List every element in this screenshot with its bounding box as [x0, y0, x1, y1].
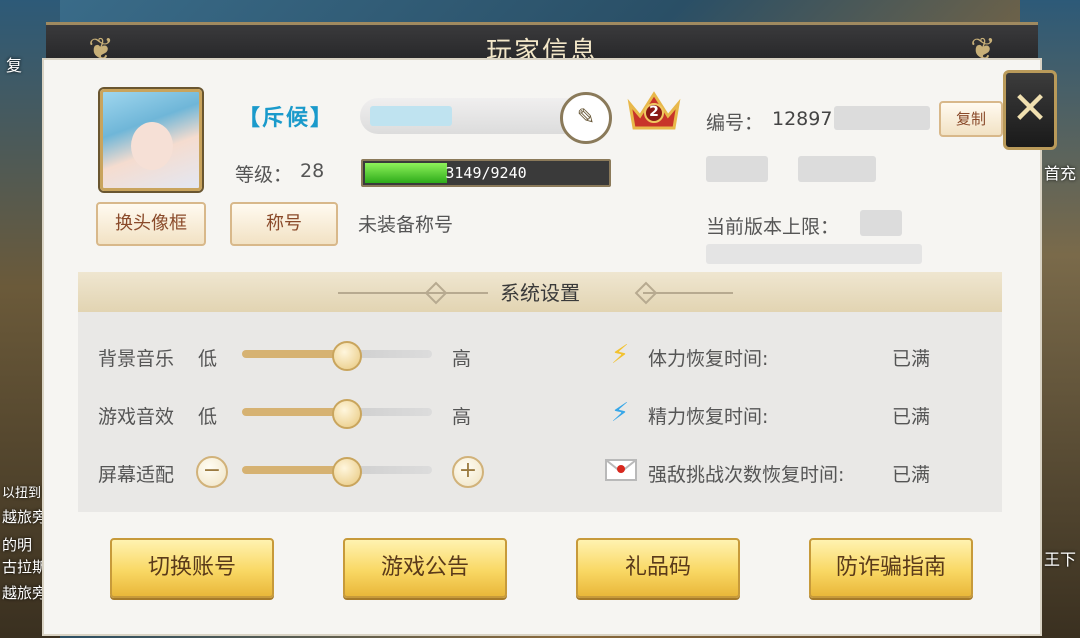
- version-cap-redacted: [860, 210, 902, 236]
- settings-title: 系统设置: [500, 281, 580, 305]
- screen-fit-label: 屏幕适配: [98, 464, 175, 486]
- yellow-bolt-icon: ⚡: [610, 340, 630, 370]
- sfx-min-label: 低: [198, 406, 218, 428]
- stamina-recovery-value: 已满: [892, 348, 931, 370]
- no-title-text: 未装备称号: [358, 214, 454, 236]
- music-min-label: 低: [198, 348, 218, 370]
- exp-text: 3149/9240: [445, 164, 527, 182]
- level-label: 等级：: [235, 164, 293, 186]
- anti-fraud-guide-button[interactable]: 防诈骗指南: [809, 538, 973, 598]
- background-text: 王下: [1044, 550, 1077, 569]
- exp-bar: 3149/9240: [361, 159, 611, 187]
- avatar-face: [131, 122, 173, 170]
- redacted-info: [798, 156, 876, 182]
- vip-level: 2: [649, 104, 659, 120]
- switch-account-button[interactable]: 切换账号: [110, 538, 274, 598]
- energy-recovery-value: 已满: [892, 406, 931, 428]
- settings-header: 系统设置: [78, 272, 1002, 312]
- sfx-slider-knob[interactable]: [331, 399, 362, 429]
- redacted-info: [706, 244, 922, 264]
- background-text: 的明: [2, 536, 33, 554]
- gift-code-button[interactable]: 礼品码: [576, 538, 740, 598]
- screen-fit-slider-knob[interactable]: [331, 457, 362, 487]
- music-max-label: 高: [452, 348, 472, 370]
- sfx-label: 游戏音效: [98, 406, 175, 428]
- avatar[interactable]: [100, 89, 202, 191]
- stamina-recovery-label: 体力恢复时间:: [648, 348, 769, 370]
- background-text: 复: [6, 56, 23, 75]
- challenge-recovery-value: 已满: [892, 464, 931, 486]
- player-name-redacted: [370, 106, 452, 126]
- title-button[interactable]: 称号: [230, 202, 338, 246]
- divider: [643, 292, 733, 294]
- energy-recovery-label: 精力恢复时间:: [648, 406, 769, 428]
- pencil-icon: ✎: [576, 105, 596, 130]
- background-text: 首充: [1044, 164, 1077, 183]
- challenge-recovery-label: 强敌挑战次数恢复时间:: [648, 464, 845, 486]
- blue-bolt-icon: ⚡: [610, 398, 630, 428]
- close-button[interactable]: ✕: [1003, 70, 1057, 150]
- screen-minus-button[interactable]: −: [196, 456, 228, 488]
- version-cap-label: 当前版本上限：: [706, 216, 840, 238]
- id-redacted: [834, 106, 930, 130]
- level-value: 28: [300, 160, 325, 182]
- player-title-tag: 【斥候】: [238, 106, 335, 131]
- background-text: 以扭到: [2, 486, 42, 501]
- announcement-button[interactable]: 游戏公告: [343, 538, 507, 598]
- copy-id-button[interactable]: 复制: [939, 101, 1003, 137]
- edit-name-button[interactable]: ✎: [560, 92, 612, 144]
- sfx-max-label: 高: [452, 406, 472, 428]
- screen-plus-button[interactable]: +: [452, 456, 484, 488]
- change-avatar-frame-button[interactable]: 换头像框: [96, 202, 206, 246]
- music-label: 背景音乐: [98, 348, 175, 370]
- envelope-icon: [605, 459, 637, 481]
- redacted-info: [706, 156, 768, 182]
- id-label: 编号：: [706, 112, 764, 134]
- music-slider-knob[interactable]: [331, 341, 362, 371]
